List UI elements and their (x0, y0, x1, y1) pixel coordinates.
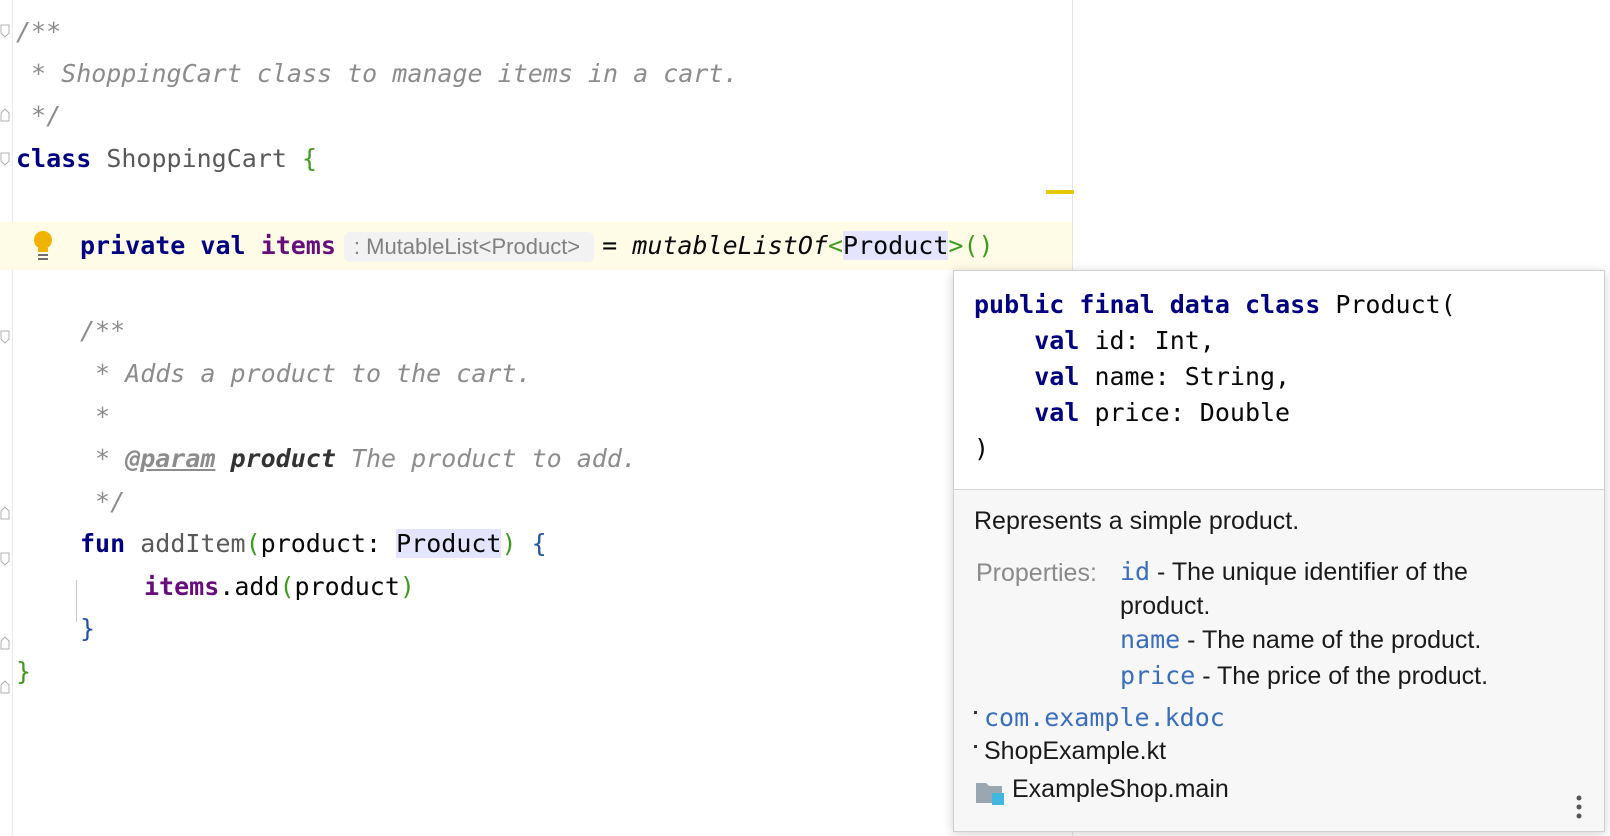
file-name: ShopExample.kt (984, 737, 1167, 765)
argument: product (294, 572, 400, 601)
keyword: val (1034, 398, 1080, 427)
property-link[interactable]: name (1120, 625, 1180, 654)
quick-documentation-popup[interactable]: public final data class Product( val id:… (953, 270, 1605, 832)
parameter: product: (260, 529, 397, 558)
fold-marker-icon[interactable] (0, 680, 10, 694)
property-name: items (260, 231, 336, 260)
property-description: - The unique identifier of the (1150, 558, 1468, 586)
property-description: - The price of the product. (1195, 662, 1489, 690)
doc-star: * (80, 444, 126, 473)
generic-type: Product (843, 231, 949, 260)
signature-line: val price: Double (974, 395, 1290, 431)
paren-close: ) (501, 529, 517, 558)
function-call: mutableListOf (632, 231, 828, 260)
property-item: name - The name of the product. (1120, 623, 1481, 657)
parameter-type: Product (396, 529, 502, 558)
angle-close: > (948, 231, 964, 260)
keyword: class (1244, 290, 1321, 319)
fold-marker-icon[interactable] (0, 506, 10, 520)
properties-label: Properties: (976, 559, 1097, 587)
inlay-type-hint[interactable]: : MutableList<Product> (343, 232, 595, 262)
param-name: product (230, 444, 336, 473)
package-bullet-icon (974, 711, 977, 714)
doc-comment-body: * ShoppingCart class to manage items in … (16, 59, 739, 88)
doc-comment-close: */ (80, 487, 126, 516)
fold-marker-icon[interactable] (0, 152, 10, 166)
keyword: public (974, 290, 1065, 319)
package-link[interactable]: com.example.kdoc (984, 703, 1225, 732)
outer-closing-brace: } (16, 657, 32, 686)
fold-marker-icon[interactable] (0, 108, 10, 122)
doc-comment-blank: * (80, 402, 111, 431)
property-link[interactable]: id (1120, 557, 1150, 586)
signature-line: ) (974, 434, 990, 463)
signature-line: val name: String, (974, 359, 1290, 395)
property-ref: items (144, 572, 220, 601)
class-name: ShoppingCart (106, 144, 287, 173)
method-call: .add (219, 572, 280, 601)
property-item-continued: product. (1120, 592, 1211, 620)
function-name: addItem (140, 529, 246, 558)
param-tag: @param (125, 444, 216, 473)
param-description: The product to add. (350, 444, 637, 473)
signature-line: public final data class Product( (974, 287, 1456, 323)
signature-line: val id: Int, (974, 323, 1215, 359)
warning-stripe-marker[interactable] (1046, 190, 1074, 194)
keyword: class (16, 144, 92, 173)
inner-closing-brace: } (80, 614, 96, 643)
function-declaration-line[interactable]: fun addItem(product: Product) { (80, 524, 547, 564)
doc-comment-close: */ (16, 101, 62, 130)
property-description: - The name of the product. (1180, 626, 1482, 654)
file-bullet-icon (974, 745, 977, 748)
fold-marker-icon[interactable] (0, 24, 10, 38)
parens: () (963, 231, 994, 260)
brace: { (531, 529, 547, 558)
param: price: Double (1094, 398, 1291, 427)
paren-close: ) (399, 572, 415, 601)
param: id: Int, (1094, 326, 1215, 355)
keyword: private (80, 231, 186, 260)
more-vertical-icon[interactable] (1574, 793, 1584, 823)
gutter (0, 0, 13, 836)
keyword: val (1034, 362, 1080, 391)
property-item: price - The price of the product. (1120, 659, 1488, 693)
param: name: String, (1094, 362, 1291, 391)
doc-comment-open: /** (16, 17, 62, 46)
keyword: val (200, 231, 246, 260)
class-description: Represents a simple product. (974, 507, 1300, 535)
keyword: fun (80, 529, 126, 558)
fold-marker-icon[interactable] (0, 330, 10, 344)
items-declaration-line[interactable]: private val items: MutableList<Product> =… (80, 226, 994, 266)
class-name: Product( (1335, 290, 1456, 319)
keyword: data (1169, 290, 1230, 319)
module-name: ExampleShop.main (1012, 775, 1229, 803)
brace: { (302, 144, 318, 173)
paren-open: ( (245, 529, 261, 558)
function-body-line[interactable]: items.add(product) (144, 567, 415, 607)
fold-marker-icon[interactable] (0, 636, 10, 650)
fold-marker-icon[interactable] (0, 552, 10, 566)
doc-comment-open: /** (80, 316, 126, 345)
signature-section: public final data class Product( val id:… (954, 271, 1604, 490)
angle-open: < (827, 231, 844, 260)
paren-open: ( (279, 572, 295, 601)
doc-comment-body: * Adds a product to the cart. (80, 359, 532, 388)
doc-comment-param-line: * @param product The product to add. (80, 439, 637, 479)
keyword: final (1079, 290, 1155, 319)
assign-operator: = (602, 231, 618, 260)
lightbulb-icon[interactable] (32, 230, 54, 262)
property-item: id - The unique identifier of the (1120, 555, 1468, 589)
module-folder-icon (976, 779, 1004, 805)
keyword: val (1034, 326, 1080, 355)
class-declaration-line[interactable]: class ShoppingCart { (16, 139, 317, 179)
indent-guide (76, 580, 77, 622)
property-link[interactable]: price (1120, 661, 1195, 690)
